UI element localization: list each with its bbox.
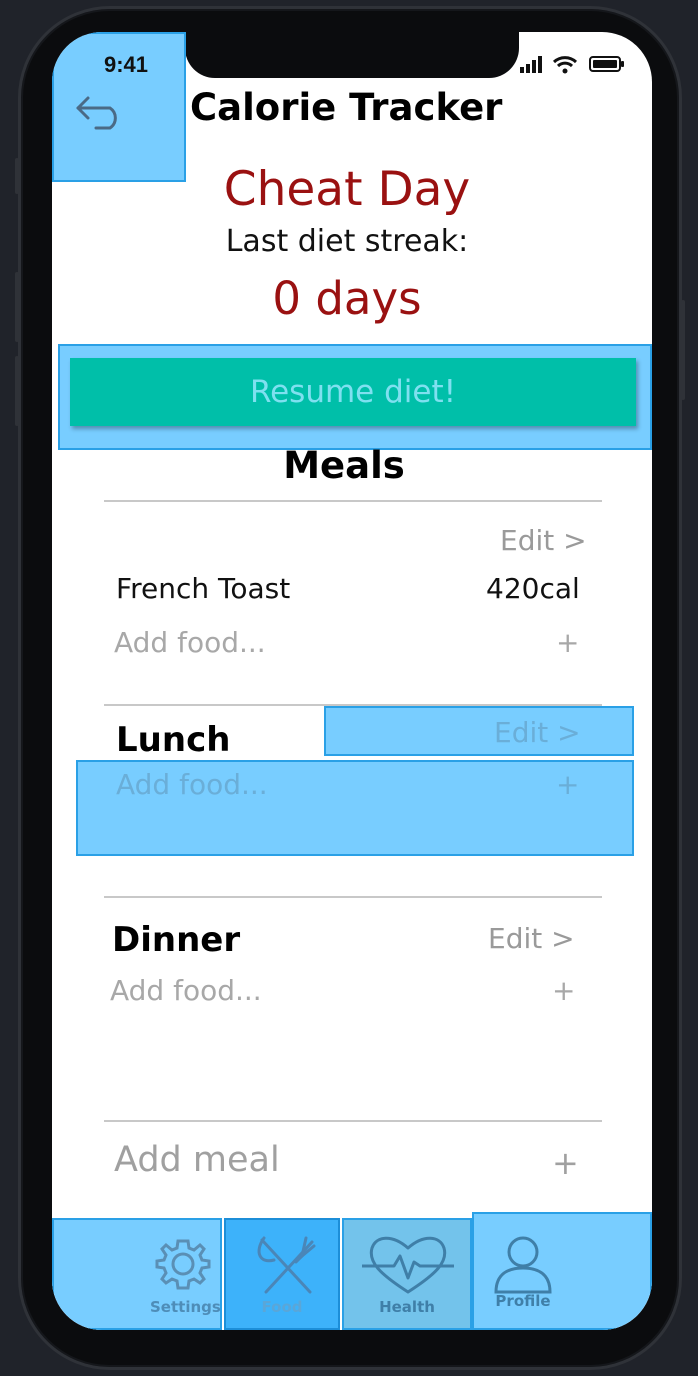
fork-knife-icon [257, 1236, 316, 1294]
power-button [681, 300, 685, 400]
divider [104, 500, 602, 502]
food-item-name: French Toast [116, 572, 291, 605]
dinner-edit-link[interactable]: Edit > [488, 922, 575, 955]
page-title: Calorie Tracker [190, 86, 503, 129]
volume-down-button [15, 356, 19, 426]
streak-value: 0 days [272, 272, 422, 325]
resume-diet-button[interactable]: Resume diet! [70, 358, 636, 426]
status-icons [520, 56, 624, 74]
tab-health-label: Health [379, 1298, 435, 1316]
volume-up-button [15, 272, 19, 342]
person-icon [494, 1236, 552, 1294]
status-time: 9:41 [104, 52, 149, 77]
dinner-add-food[interactable]: Add food... [110, 974, 262, 1007]
tab-food[interactable]: Food [224, 1218, 340, 1330]
gear-icon [155, 1239, 211, 1290]
lunch-add-food-hitarea[interactable]: Add food... + [76, 760, 634, 856]
tab-health[interactable]: Health [342, 1218, 472, 1330]
tab-profile-label: Profile [495, 1292, 551, 1310]
wifi-icon [552, 56, 578, 74]
tab-bar: Settings Food Health Profile [52, 1212, 652, 1330]
add-meal-button[interactable]: + [552, 1144, 579, 1182]
notch [185, 32, 519, 78]
meals-heading: Meals [283, 444, 405, 487]
signal-icon [520, 56, 542, 73]
day-status-label: Cheat Day [223, 162, 471, 217]
tab-settings[interactable]: Settings [52, 1218, 222, 1330]
divider [104, 1120, 602, 1122]
breakfast-add-food[interactable]: Add food... [114, 626, 266, 659]
app-screen: 9:41 Calorie Tracker Cheat Day Last diet… [52, 32, 652, 1330]
add-meal-link[interactable]: Add meal [114, 1140, 280, 1180]
meal-name-lunch: Lunch [116, 720, 231, 760]
back-arrow-icon [76, 96, 117, 130]
food-item-calories: 420cal [486, 572, 580, 605]
tab-profile[interactable]: Profile [472, 1212, 652, 1330]
streak-label: Last diet streak: [225, 224, 469, 259]
battery-icon [589, 56, 624, 72]
lunch-add-button[interactable]: + [556, 768, 579, 801]
divider [104, 896, 602, 898]
tab-settings-label: Settings [150, 1298, 221, 1316]
breakfast-edit-link[interactable]: Edit > [500, 524, 587, 557]
lunch-add-food[interactable]: Add food... [116, 768, 268, 801]
resume-button-hitarea[interactable]: Resume diet! [58, 344, 652, 450]
tab-food-label: Food [261, 1298, 303, 1316]
lunch-edit-hitarea[interactable]: Edit > [324, 706, 634, 756]
lunch-edit-link[interactable]: Edit > [494, 716, 581, 749]
meal-name-dinner: Dinner [112, 920, 241, 960]
heart-pulse-icon [362, 1236, 454, 1294]
dinner-add-button[interactable]: + [552, 974, 575, 1007]
mute-switch [15, 158, 19, 194]
breakfast-add-button[interactable]: + [556, 626, 579, 659]
